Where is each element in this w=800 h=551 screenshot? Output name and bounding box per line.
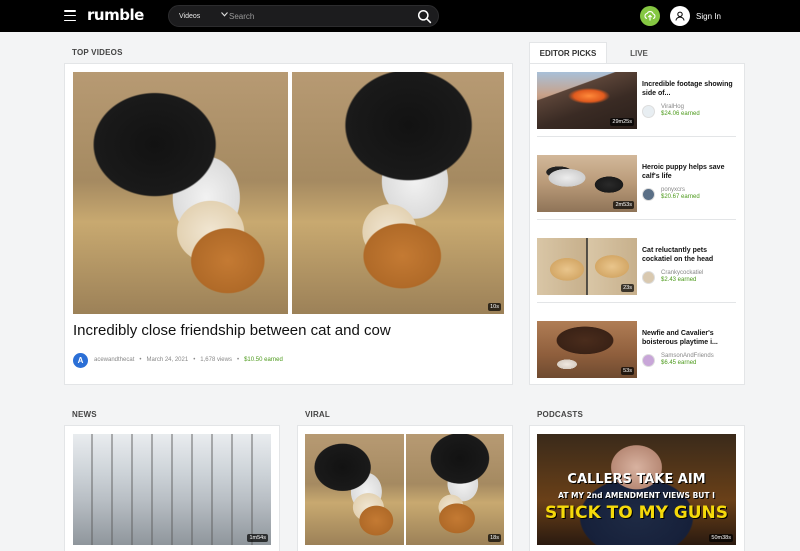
search-input[interactable]: [229, 7, 409, 25]
author-name[interactable]: SamsonAndFriends: [661, 353, 714, 361]
search-icon[interactable]: [417, 9, 432, 24]
author-name[interactable]: acewandthecat: [94, 357, 134, 363]
featured-video-title[interactable]: Incredibly close friendship between cat …: [73, 322, 503, 339]
video-title[interactable]: Cat reluctantly pets cockatiel on the he…: [642, 247, 734, 264]
news-video-thumbnail[interactable]: 1m54s: [73, 434, 271, 545]
viral-video-thumbnail-left[interactable]: [305, 434, 404, 545]
section-title-top-videos: TOP VIDEOS: [72, 48, 123, 57]
earned-amount: $10.50 earned: [244, 357, 283, 363]
list-item[interactable]: 29m25s Incredible footage showing side o…: [537, 72, 736, 130]
tab-live[interactable]: LIVE: [615, 42, 663, 64]
author-info: ViralHog $24.06 earned: [642, 103, 700, 119]
featured-video-meta: A acewandthecat • March 24, 2021 • 1,678…: [73, 352, 283, 368]
search-category-label: Videos: [179, 12, 201, 20]
video-thumbnail[interactable]: 29m25s: [537, 72, 637, 129]
sign-in-label: Sign In: [696, 11, 721, 21]
duration-badge: 2m53s: [613, 201, 634, 209]
search-bar: Videos: [168, 5, 439, 27]
thumbnail-tagline: STICK TO MY GUNS: [544, 503, 729, 523]
menu-icon[interactable]: [64, 10, 76, 21]
thumbnail-headline: CALLERS TAKE AIM: [567, 472, 706, 487]
podcast-video-thumbnail[interactable]: CALLERS TAKE AIM AT MY 2nd AMENDMENT VIE…: [537, 434, 736, 545]
author-info: Crankycockatiel $2.43 earned: [642, 269, 703, 285]
list-item[interactable]: 2m53s Heroic puppy helps save calf's lif…: [537, 155, 736, 213]
author-name[interactable]: ponyxcrs: [661, 187, 700, 195]
thumbnail-subline: AT MY 2nd AMENDMENT VIEWS BUT I: [558, 491, 715, 500]
user-icon: [670, 6, 690, 26]
view-count: 1,678 views: [200, 357, 232, 363]
chevron-down-icon: [221, 12, 228, 17]
sign-in-button[interactable]: Sign In: [670, 6, 721, 26]
section-title-podcasts: PODCASTS: [537, 410, 584, 419]
duration-badge: 50m38s: [709, 534, 733, 542]
duration-badge: 18s: [488, 534, 501, 542]
featured-video-thumbnail-right[interactable]: 10s: [292, 72, 504, 314]
section-title-viral: VIRAL: [305, 410, 330, 419]
author-name[interactable]: Crankycockatiel: [661, 270, 703, 278]
divider: [537, 219, 736, 220]
list-item[interactable]: 53s Newfie and Cavalier's boisterous pla…: [537, 321, 736, 379]
featured-video-thumbnail-left[interactable]: [73, 72, 288, 314]
video-thumbnail[interactable]: 53s: [537, 321, 637, 378]
upload-button[interactable]: [640, 6, 660, 26]
avatar[interactable]: A: [73, 352, 88, 368]
video-title[interactable]: Newfie and Cavalier's boisterous playtim…: [642, 330, 734, 347]
upload-icon: [644, 11, 656, 21]
divider: [537, 302, 736, 303]
video-thumbnail[interactable]: 2m53s: [537, 155, 637, 212]
divider: [537, 136, 736, 137]
separator: •: [193, 357, 196, 363]
earned-amount: $6.45 earned: [661, 360, 697, 366]
duration-badge: 29m25s: [610, 118, 634, 126]
earned-amount: $24.06 earned: [661, 111, 700, 117]
duration-badge: 23s: [621, 284, 634, 292]
avatar[interactable]: [642, 187, 655, 201]
avatar[interactable]: [642, 104, 655, 118]
search-category-select[interactable]: Videos: [169, 6, 229, 26]
viral-video-thumbnail-right[interactable]: 18s: [406, 434, 504, 545]
author-info: SamsonAndFriends $6.45 earned: [642, 352, 714, 368]
list-item[interactable]: 23s Cat reluctantly pets cockatiel on th…: [537, 238, 736, 296]
separator: •: [139, 357, 142, 363]
duration-badge: 53s: [621, 367, 634, 375]
video-thumbnail[interactable]: 23s: [537, 238, 637, 295]
duration-badge: 10s: [488, 303, 501, 311]
avatar[interactable]: [642, 353, 655, 367]
video-title[interactable]: Incredible footage showing side of...: [642, 81, 734, 98]
author-info: ponyxcrs $20.67 earned: [642, 186, 700, 202]
earned-amount: $2.43 earned: [661, 277, 697, 283]
top-navbar: rumble Videos Sign In: [0, 0, 800, 32]
duration-badge: 1m54s: [247, 534, 268, 542]
avatar[interactable]: [642, 270, 655, 284]
rumble-logo[interactable]: rumble: [87, 6, 144, 24]
video-title[interactable]: Heroic puppy helps save calf's life: [642, 164, 734, 181]
tab-editor-picks[interactable]: EDITOR PICKS: [529, 42, 607, 64]
separator: •: [236, 357, 240, 363]
earned-amount: $20.67 earned: [661, 194, 700, 200]
publish-date: March 24, 2021: [146, 357, 189, 363]
author-name[interactable]: ViralHog: [661, 104, 700, 112]
section-title-news: NEWS: [72, 410, 97, 419]
